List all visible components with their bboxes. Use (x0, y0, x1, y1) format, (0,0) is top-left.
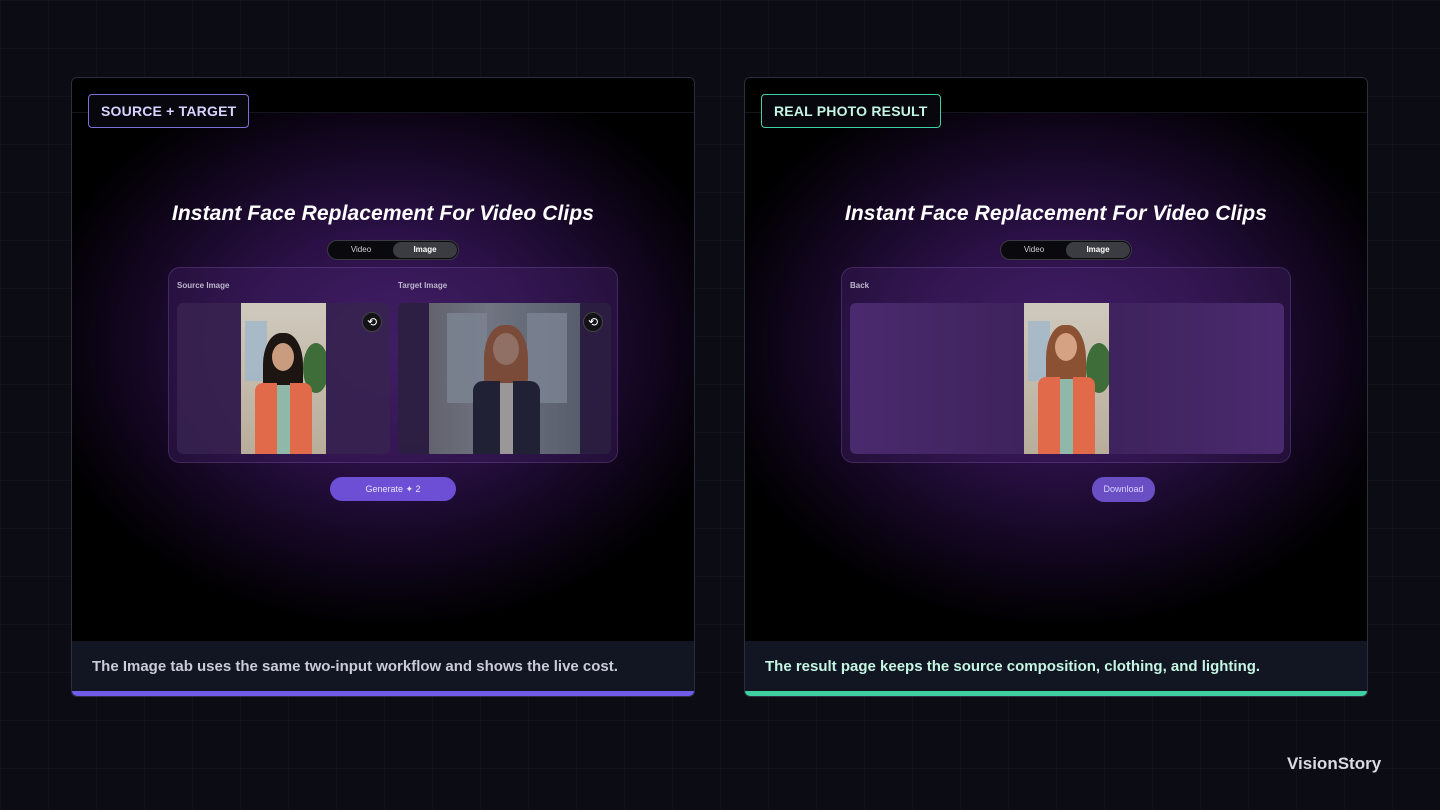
generate-button[interactable]: Generate ✦ 2 (330, 477, 456, 501)
tab-image[interactable]: Image (1066, 242, 1130, 258)
result-panel: Back (841, 267, 1291, 463)
back-link[interactable]: Back (850, 281, 869, 290)
upload-panel: Source Image Target Image ⟲ ⟲ (168, 267, 618, 463)
tab-image[interactable]: Image (393, 242, 457, 258)
swap-target-icon[interactable]: ⟲ (583, 312, 603, 332)
swap-source-icon[interactable]: ⟲ (362, 312, 382, 332)
result-image-slot (850, 303, 1284, 454)
app-preview-stage: Instant Face Replacement For Video Clips… (745, 113, 1367, 641)
right-caption: The result page keeps the source composi… (745, 641, 1367, 692)
real-photo-result-pill: REAL PHOTO RESULT (761, 94, 941, 128)
source-image-slot[interactable]: ⟲ (177, 303, 390, 454)
page-title: Instant Face Replacement For Video Clips (844, 202, 1268, 225)
app-preview-stage: Instant Face Replacement For Video Clips… (72, 113, 694, 641)
result-card: REAL PHOTO RESULT Instant Face Replaceme… (744, 77, 1368, 697)
page-title: Instant Face Replacement For Video Clips (171, 202, 595, 225)
source-target-card: SOURCE + TARGET Instant Face Replacement… (71, 77, 695, 697)
mode-toggle[interactable]: Video Image (327, 240, 459, 260)
result-photo (1024, 303, 1109, 454)
brand-logo-text: VisionStory (1287, 754, 1382, 773)
source-image-label: Source Image (177, 281, 230, 290)
target-image-label: Target Image (398, 281, 448, 290)
teal-accent-bar (745, 691, 1367, 696)
download-button[interactable]: Download (1092, 477, 1155, 502)
source-photo (241, 303, 326, 454)
source-target-pill: SOURCE + TARGET (88, 94, 250, 128)
violet-accent-bar (72, 691, 694, 696)
tab-video[interactable]: Video (1002, 242, 1066, 258)
mode-toggle[interactable]: Video Image (1000, 240, 1132, 260)
target-image-slot[interactable]: ⟲ (398, 303, 611, 454)
tab-video[interactable]: Video (329, 242, 393, 258)
left-caption: The Image tab uses the same two-input wo… (72, 641, 694, 692)
target-dim-overlay (398, 303, 611, 454)
